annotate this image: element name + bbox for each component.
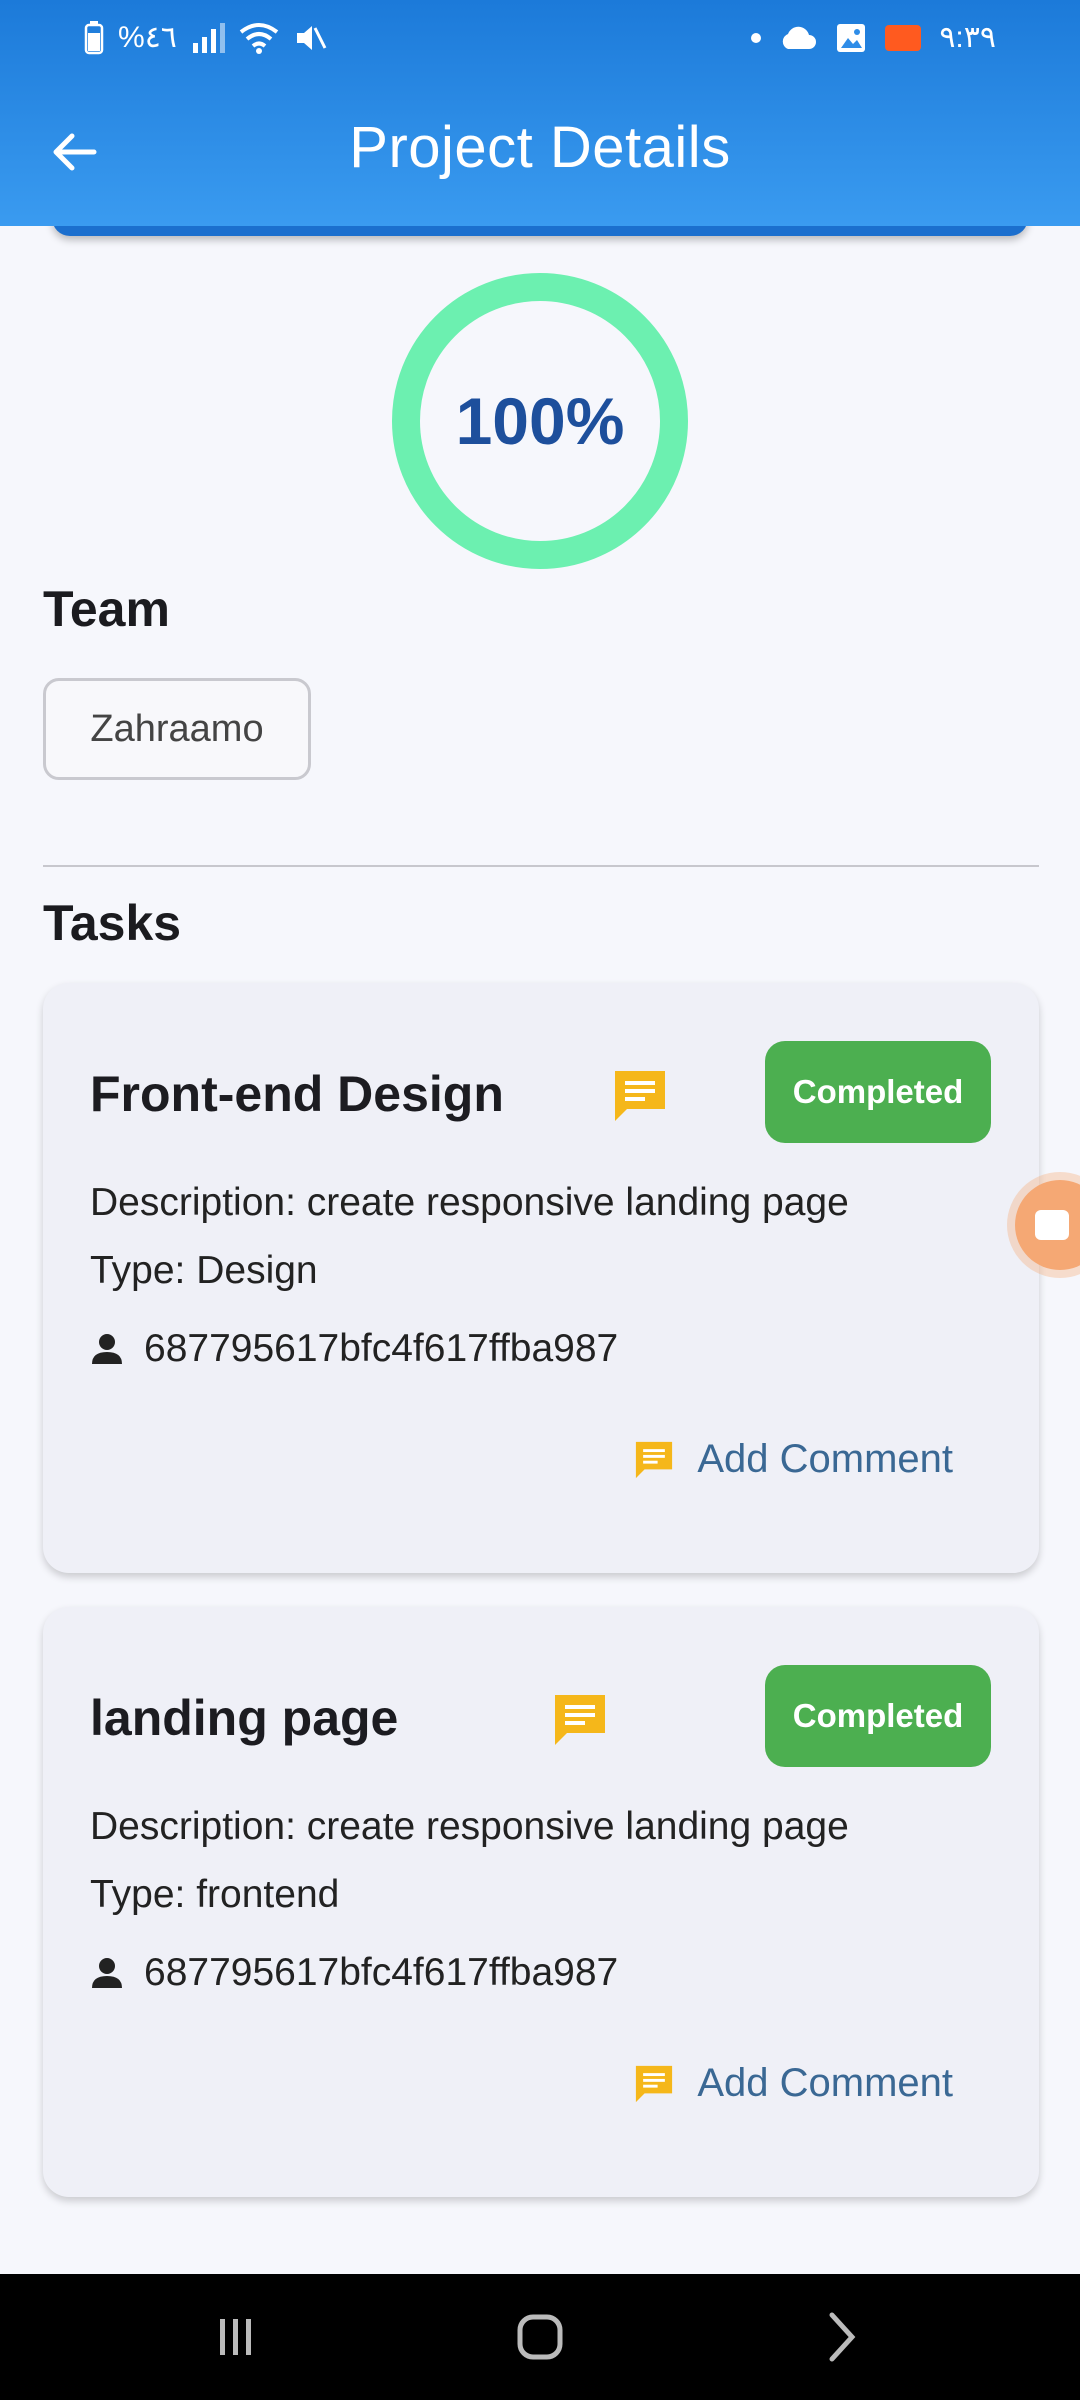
status-badge: Completed bbox=[765, 1665, 991, 1767]
person-icon bbox=[92, 1334, 122, 1364]
task-title: landing page bbox=[90, 1690, 399, 1746]
progress-percent: 100% bbox=[455, 384, 625, 458]
tasks-heading: Tasks bbox=[43, 895, 182, 951]
battery-icon bbox=[84, 21, 104, 55]
task-type: Type: Design bbox=[90, 1249, 318, 1292]
signal-icon bbox=[192, 23, 225, 53]
recent-apps-icon bbox=[220, 2319, 251, 2355]
comment-icon bbox=[636, 2065, 673, 2102]
task-description: Description: create responsive landing p… bbox=[90, 1181, 849, 1224]
task-description: Description: create responsive landing p… bbox=[90, 1805, 849, 1848]
battery-percent: %٤٦ bbox=[118, 21, 177, 54]
add-comment-label: Add Comment bbox=[697, 1437, 953, 1481]
status-right: ٩:٣٩ bbox=[751, 18, 996, 58]
home-button[interactable] bbox=[440, 2274, 640, 2400]
task-assignee: 687795617bfc4f617ffba987 bbox=[90, 1951, 618, 1995]
comment-icon bbox=[636, 1441, 673, 1478]
cloud-icon bbox=[783, 26, 817, 49]
assignee-id: 687795617bfc4f617ffba987 bbox=[144, 1327, 619, 1370]
screen-record-icon bbox=[885, 25, 922, 51]
divider bbox=[43, 865, 1039, 867]
status-badge: Completed bbox=[765, 1041, 991, 1143]
system-nav-bar bbox=[0, 2274, 1080, 2400]
page-title: Project Details bbox=[349, 115, 731, 180]
video-camera-icon bbox=[1035, 1210, 1069, 1240]
clock: ٩:٣٩ bbox=[939, 21, 996, 54]
status-bar: %٤٦ ٩:٣٩ bbox=[0, 0, 1080, 76]
task-card: Front-end Design Completed Description: … bbox=[43, 983, 1039, 1573]
recent-apps-button[interactable] bbox=[136, 2274, 336, 2400]
task-title: Front-end Design bbox=[90, 1066, 504, 1122]
gallery-icon bbox=[837, 24, 866, 52]
team-member-chip[interactable]: Zahraamo bbox=[43, 678, 311, 780]
person-icon bbox=[92, 1958, 122, 1988]
home-icon bbox=[517, 2314, 563, 2360]
add-comment-button[interactable]: Add Comment bbox=[633, 2061, 953, 2106]
task-card: landing page Completed Description: crea… bbox=[43, 1607, 1039, 2197]
dot-icon bbox=[751, 33, 762, 43]
team-heading: Team bbox=[43, 581, 170, 637]
comment-icon[interactable] bbox=[551, 1691, 609, 1749]
back-nav-button[interactable] bbox=[742, 2274, 942, 2400]
chevron-right-icon bbox=[829, 2312, 856, 2362]
comment-icon[interactable] bbox=[611, 1067, 669, 1125]
add-comment-label: Add Comment bbox=[697, 2061, 953, 2105]
task-assignee: 687795617bfc4f617ffba987 bbox=[90, 1327, 618, 1371]
app-bar: %٤٦ ٩:٣٩ Project Details bbox=[0, 0, 1080, 226]
mute-icon bbox=[296, 26, 327, 50]
status-left: %٤٦ bbox=[84, 18, 327, 58]
task-type: Type: frontend bbox=[90, 1873, 340, 1916]
add-comment-button[interactable]: Add Comment bbox=[633, 1437, 953, 1482]
wifi-icon bbox=[239, 23, 279, 54]
assignee-id: 687795617bfc4f617ffba987 bbox=[144, 1951, 619, 1994]
